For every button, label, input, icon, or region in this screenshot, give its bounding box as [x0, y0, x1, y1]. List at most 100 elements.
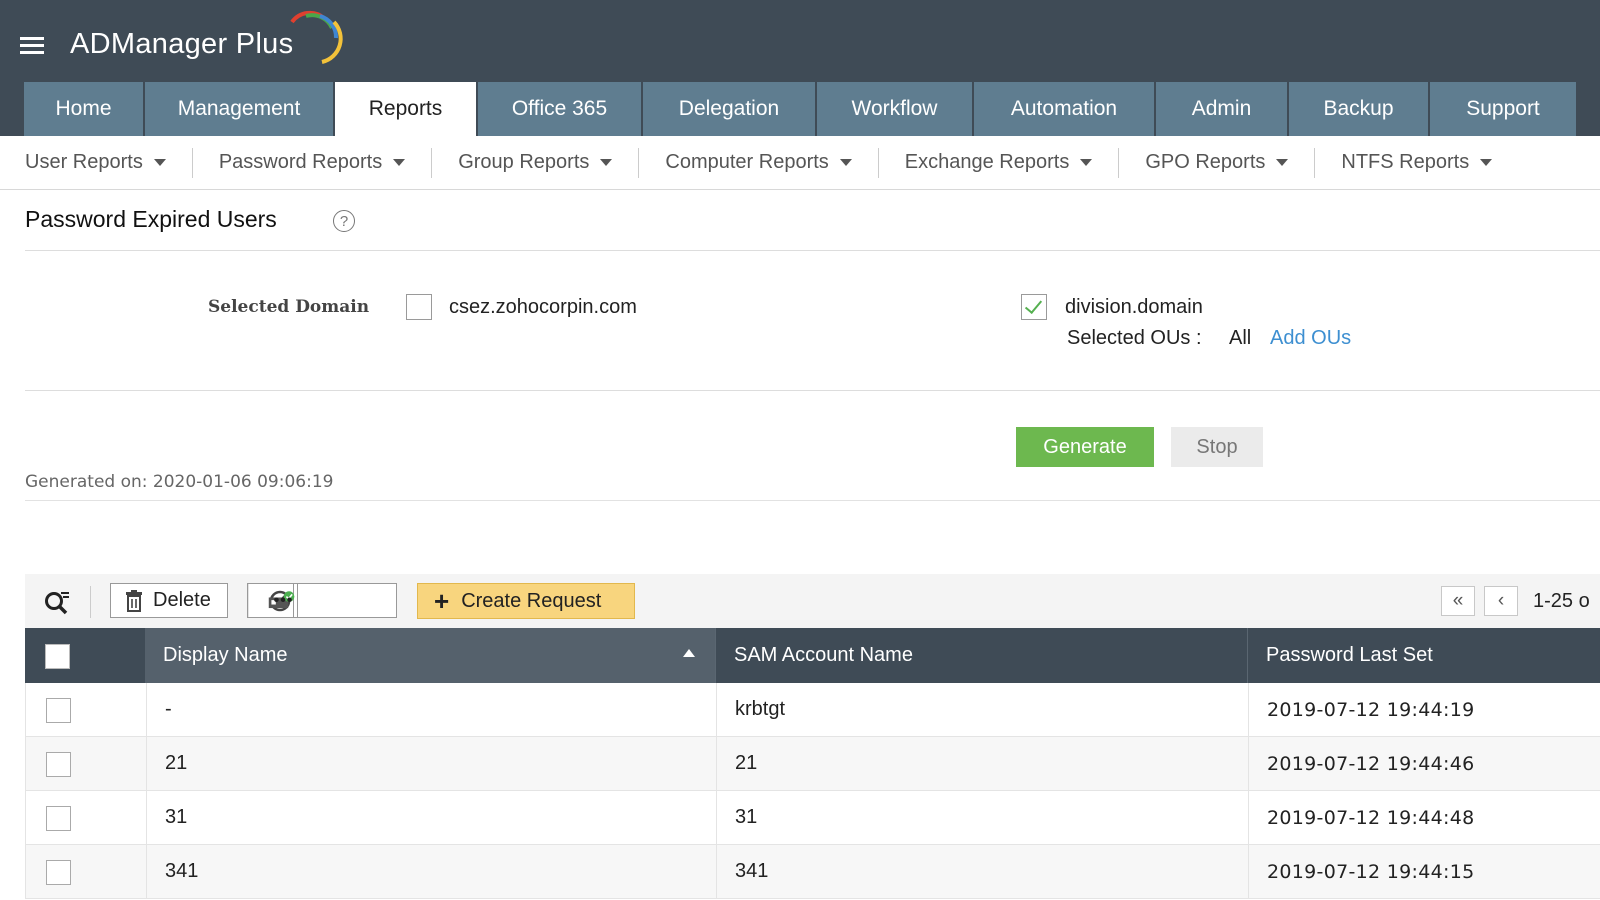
subnav-label: Exchange Reports [904, 151, 1070, 173]
reports-subnav: User Reports Password Reports Group Repo… [0, 136, 1600, 190]
help-icon[interactable]: ? [333, 210, 355, 232]
domain-name-csez: csez.zohocorpin.com [449, 296, 637, 318]
row-checkbox[interactable] [46, 698, 71, 723]
cell-display-name: 341 [146, 845, 716, 898]
subnav-group-reports[interactable]: Group Reports [458, 151, 638, 174]
main-nav: Home Management Reports Office 365 Deleg… [24, 82, 1578, 136]
tab-home[interactable]: Home [24, 82, 143, 136]
tab-label: Delegation [678, 97, 780, 120]
column-header-sam-account-name[interactable]: SAM Account Name [715, 628, 1247, 683]
tab-support[interactable]: Support [1430, 82, 1576, 136]
tab-workflow[interactable]: Workflow [817, 82, 972, 136]
tab-reports[interactable]: Reports [335, 82, 476, 136]
create-request-button[interactable]: + Create Request [417, 583, 635, 619]
subnav-label: NTFS Reports [1341, 151, 1470, 173]
report-toolbar: Delete ••• + Create Request « ‹ 1-25 o [25, 574, 1600, 628]
subnav-label: User Reports [25, 151, 143, 173]
tab-backup[interactable]: Backup [1289, 82, 1428, 136]
create-request-label: Create Request [461, 589, 602, 612]
caret-down-icon [153, 159, 166, 166]
cell-password-last-set: 2019-07-12 19:44:48 [1248, 791, 1600, 844]
cell-display-name: 21 [146, 737, 716, 790]
page-title: Password Expired Users [25, 206, 277, 232]
tab-management[interactable]: Management [145, 82, 333, 136]
domain-name-division: division.domain [1065, 296, 1203, 318]
cell-display-name: - [146, 683, 716, 736]
divider [877, 147, 879, 178]
table-row[interactable]: 21 21 2019-07-12 19:44:46 [25, 737, 1600, 791]
subnav-label: Group Reports [458, 151, 590, 173]
select-all-checkbox[interactable] [45, 644, 70, 669]
user-actions-group: ••• [247, 583, 397, 618]
subnav-ntfs-reports[interactable]: NTFS Reports [1341, 151, 1518, 174]
generated-on-text: Generated on: 2020-01-06 09:06:19 [25, 472, 334, 492]
divider [25, 390, 1600, 391]
row-checkbox[interactable] [46, 860, 71, 885]
column-header-display-name[interactable]: Display Name [145, 628, 715, 683]
tab-label: Management [177, 97, 301, 120]
delete-button[interactable]: Delete [110, 583, 228, 618]
tab-label: Reports [368, 97, 443, 120]
subnav-computer-reports[interactable]: Computer Reports [665, 151, 877, 174]
table-header: Display Name SAM Account Name Password L… [25, 628, 1600, 683]
more-button[interactable]: ••• [248, 584, 300, 617]
logo-arc-icon [290, 10, 343, 64]
cell-sam-account-name: 21 [716, 737, 1248, 790]
table-body: - krbtgt 2019-07-12 19:44:19 21 21 2019-… [25, 683, 1600, 899]
tab-admin[interactable]: Admin [1156, 82, 1287, 136]
subnav-label: Password Reports [218, 151, 383, 173]
double-chevron-left-icon: « [1452, 590, 1464, 611]
row-checkbox[interactable] [46, 806, 71, 831]
more-icon: ••• [273, 591, 294, 609]
tab-office-365[interactable]: Office 365 [478, 82, 641, 136]
delete-label: Delete [153, 589, 211, 611]
divider [90, 586, 91, 618]
table-row[interactable]: 31 31 2019-07-12 19:44:48 [25, 791, 1600, 845]
selected-domain-label: Selected Domain [208, 297, 370, 317]
chevron-left-icon: ‹ [1497, 590, 1505, 611]
cell-password-last-set: 2019-07-12 19:44:46 [1248, 737, 1600, 790]
divider [191, 147, 193, 178]
row-checkbox[interactable] [46, 752, 71, 777]
table-row[interactable]: - krbtgt 2019-07-12 19:44:19 [25, 683, 1600, 737]
tab-label: Support [1466, 97, 1540, 120]
divider [638, 147, 640, 178]
subnav-password-reports[interactable]: Password Reports [219, 151, 431, 174]
cell-sam-account-name: 341 [716, 845, 1248, 898]
tab-automation[interactable]: Automation [974, 82, 1154, 136]
tab-label: Office 365 [511, 97, 608, 120]
generate-button[interactable]: Generate [1016, 427, 1154, 467]
tab-label: Automation [1010, 97, 1118, 120]
cell-password-last-set: 2019-07-12 19:44:15 [1248, 845, 1600, 898]
sort-ascending-icon [683, 649, 695, 657]
tab-delegation[interactable]: Delegation [643, 82, 815, 136]
previous-page-button[interactable]: ‹ [1484, 586, 1518, 616]
selected-ous-label: Selected OUs : [1067, 327, 1202, 349]
plus-icon: + [434, 586, 450, 616]
cell-password-last-set: 2019-07-12 19:44:19 [1248, 683, 1600, 736]
search-filter-icon[interactable] [43, 588, 71, 616]
column-label: Password Last Set [1266, 644, 1433, 666]
cell-sam-account-name: 31 [716, 791, 1248, 844]
subnav-gpo-reports[interactable]: GPO Reports [1145, 151, 1314, 174]
caret-down-icon [1480, 159, 1493, 166]
table-row[interactable]: 341 341 2019-07-12 19:44:15 [25, 845, 1600, 899]
tab-label: Workflow [851, 97, 938, 120]
domain-checkbox-division[interactable] [1021, 294, 1047, 320]
stop-button[interactable]: Stop [1171, 427, 1263, 467]
subnav-user-reports[interactable]: User Reports [25, 151, 192, 174]
add-ous-link[interactable]: Add OUs [1270, 327, 1351, 350]
app-logo[interactable]: ADManager Plus [70, 28, 293, 61]
first-page-button[interactable]: « [1441, 586, 1475, 616]
tab-label: Home [55, 97, 112, 120]
cell-display-name: 31 [146, 791, 716, 844]
tab-label: Admin [1191, 97, 1252, 120]
select-all-cell [25, 628, 145, 683]
subnav-exchange-reports[interactable]: Exchange Reports [905, 151, 1119, 174]
caret-down-icon [839, 159, 852, 166]
column-label: SAM Account Name [734, 644, 913, 666]
column-header-password-last-set[interactable]: Password Last Set [1247, 628, 1600, 683]
domain-checkbox-csez[interactable] [406, 294, 432, 320]
subnav-label: Computer Reports [665, 151, 829, 173]
hamburger-icon[interactable] [20, 34, 44, 56]
